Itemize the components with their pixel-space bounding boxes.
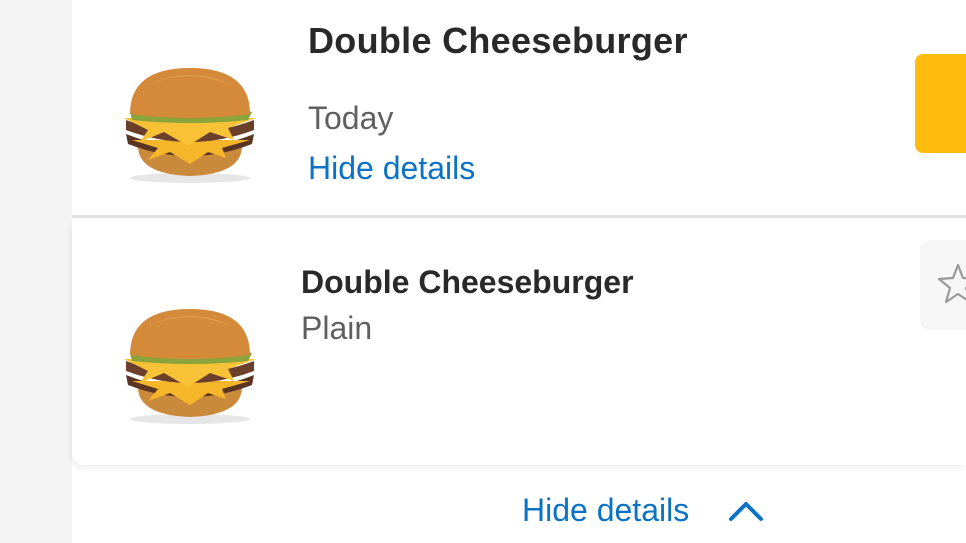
reorder-button[interactable] <box>915 54 966 153</box>
burger-image <box>124 309 256 424</box>
divider <box>72 215 966 218</box>
item-customization: Plain <box>301 310 373 346</box>
chevron-up-icon[interactable] <box>728 498 764 524</box>
item-detail-card: Double Cheeseburger Plain <box>72 221 966 465</box>
burger-image <box>124 68 256 183</box>
hide-details-toggle[interactable]: Hide details <box>522 492 689 529</box>
favorite-button[interactable] <box>920 240 966 330</box>
item-date: Today <box>308 100 394 136</box>
item-title: Double Cheeseburger <box>308 20 688 61</box>
order-details-panel: Double Cheeseburger Today Hide details D… <box>72 0 966 543</box>
hide-details-link[interactable]: Hide details <box>308 150 475 187</box>
item-title: Double Cheeseburger <box>301 264 634 300</box>
star-outline-icon <box>938 263 966 304</box>
order-item-card: Double Cheeseburger Today Hide details <box>72 0 966 215</box>
